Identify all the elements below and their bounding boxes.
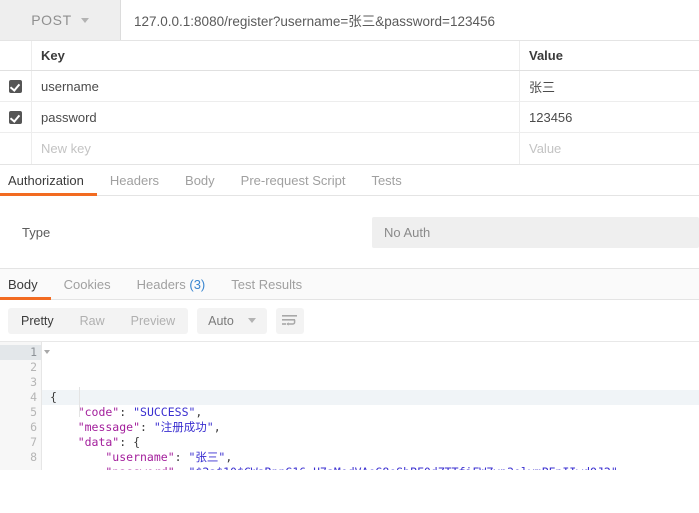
- row-checkbox-cell-empty[interactable]: [0, 133, 32, 164]
- http-method-selector[interactable]: POST: [0, 0, 121, 40]
- view-mode-switcher: Pretty Raw Preview: [8, 307, 189, 334]
- line-number: 6: [30, 420, 37, 434]
- indent-guide: [79, 387, 80, 417]
- auth-type-select[interactable]: No Auth: [372, 216, 699, 248]
- tab-response-headers-label: Headers: [136, 277, 186, 292]
- json-key: "code": [50, 405, 120, 419]
- json-code-content[interactable]: { "code": "SUCCESS", "message": "注册成功", …: [42, 342, 699, 470]
- json-punctuation: :: [174, 450, 189, 464]
- response-body-viewer[interactable]: 1 2 3 4 5 6 7 8 { "code": "SUCCESS", "me…: [0, 342, 699, 470]
- format-selector[interactable]: Auto: [197, 307, 267, 334]
- tab-body[interactable]: Body: [172, 174, 228, 195]
- json-punctuation: :: [175, 465, 189, 470]
- checkbox-checked-icon[interactable]: [9, 110, 22, 124]
- line-number: 1: [0, 345, 50, 360]
- tab-test-results-label: Test Results: [231, 277, 303, 292]
- request-tab-bar: Authorization Headers Body Pre-request S…: [0, 165, 699, 196]
- line-number: 4: [0, 390, 50, 405]
- response-toolbar: Pretty Raw Preview Auto: [0, 300, 699, 342]
- json-punctuation: :: [119, 405, 134, 419]
- query-params-table: Key Value username 张三 password 123456 Ne…: [0, 41, 699, 165]
- checkbox-checked-icon[interactable]: [9, 79, 22, 93]
- json-key: "username": [50, 450, 175, 464]
- table-row: username 张三: [0, 71, 699, 102]
- json-punctuation: ,: [195, 405, 203, 419]
- http-method-label: POST: [31, 12, 72, 28]
- code-line: "code": "SUCCESS",: [42, 405, 699, 420]
- table-row: password 123456: [0, 102, 699, 133]
- view-mode-pretty[interactable]: Pretty: [8, 308, 67, 334]
- code-line: "username": "张三",: [42, 450, 699, 465]
- line-number: 8: [30, 450, 37, 464]
- line-number: 3: [30, 375, 37, 389]
- param-key-input[interactable]: username: [32, 71, 520, 101]
- table-header-row: Key Value: [0, 41, 699, 71]
- json-string-value: "注册成功": [153, 420, 214, 434]
- code-line: "message": "注册成功",: [42, 420, 699, 435]
- row-checkbox-cell[interactable]: [0, 102, 32, 132]
- tab-response-body[interactable]: Body: [0, 277, 51, 300]
- column-header-key: Key: [32, 41, 520, 70]
- header-checkbox-cell: [0, 41, 32, 70]
- param-value-input[interactable]: 张三: [520, 71, 699, 101]
- json-key: "password": [50, 465, 174, 470]
- tab-tests[interactable]: Tests: [358, 174, 414, 195]
- tab-cookies-label: Cookies: [63, 277, 111, 292]
- view-mode-raw[interactable]: Raw: [67, 308, 118, 334]
- line-number: 2: [30, 360, 37, 374]
- json-string-value: "SUCCESS": [133, 405, 196, 419]
- tab-pre-request-script[interactable]: Pre-request Script: [228, 174, 359, 195]
- auth-type-label: Type: [22, 224, 51, 240]
- json-string-value: "张三": [188, 450, 226, 464]
- view-mode-preview[interactable]: Preview: [118, 308, 188, 334]
- headers-count-badge: (3): [189, 277, 206, 292]
- chevron-down-icon: [80, 17, 89, 23]
- tab-cookies[interactable]: Cookies: [51, 278, 124, 299]
- json-punctuation: : {: [119, 435, 141, 449]
- tab-response-body-label: Body: [8, 277, 38, 292]
- request-url-bar: POST 127.0.0.1:8080/register?username=张三…: [0, 0, 699, 41]
- chevron-down-icon: [247, 318, 256, 323]
- table-row-new: New key Value: [0, 133, 699, 164]
- row-checkbox-cell[interactable]: [0, 71, 32, 101]
- param-key-input[interactable]: password: [32, 102, 520, 132]
- json-punctuation: {: [50, 390, 57, 404]
- code-line: "password": "$2a$10$CWaRpnG16.U7aMedVAeG…: [42, 465, 699, 470]
- response-tab-bar: Body Cookies Headers (3) Test Results: [0, 269, 699, 300]
- param-value-input[interactable]: 123456: [520, 102, 699, 132]
- json-key: "data": [50, 435, 120, 449]
- code-line: "data": {: [42, 435, 699, 450]
- json-punctuation: ,: [225, 450, 233, 464]
- json-key: "message": [50, 420, 141, 434]
- new-param-key-input[interactable]: New key: [32, 133, 520, 164]
- tab-headers[interactable]: Headers: [97, 174, 172, 195]
- code-line: {: [42, 390, 699, 405]
- new-param-value-input[interactable]: Value: [520, 133, 699, 164]
- json-string-value: "$2a$10$CWaRpnG16.U7aMedVAeG8eSbPF0dZTTf…: [188, 465, 617, 470]
- line-number-gutter: 1 2 3 4 5 6 7 8: [0, 342, 50, 470]
- authorization-panel: Type No Auth: [0, 196, 699, 269]
- wrap-lines-icon: [282, 315, 298, 326]
- tab-response-headers[interactable]: Headers (3): [124, 278, 219, 299]
- line-number: 5: [30, 405, 37, 419]
- column-header-value: Value: [529, 48, 563, 63]
- wrap-lines-button[interactable]: [275, 307, 304, 334]
- tab-test-results[interactable]: Test Results: [218, 278, 315, 299]
- json-punctuation: ,: [213, 420, 221, 434]
- request-url-input[interactable]: 127.0.0.1:8080/register?username=张三&pass…: [121, 0, 699, 40]
- tab-authorization[interactable]: Authorization: [0, 174, 97, 196]
- format-selector-label: Auto: [208, 313, 234, 328]
- json-punctuation: :: [140, 420, 154, 434]
- line-number: 7: [30, 435, 37, 449]
